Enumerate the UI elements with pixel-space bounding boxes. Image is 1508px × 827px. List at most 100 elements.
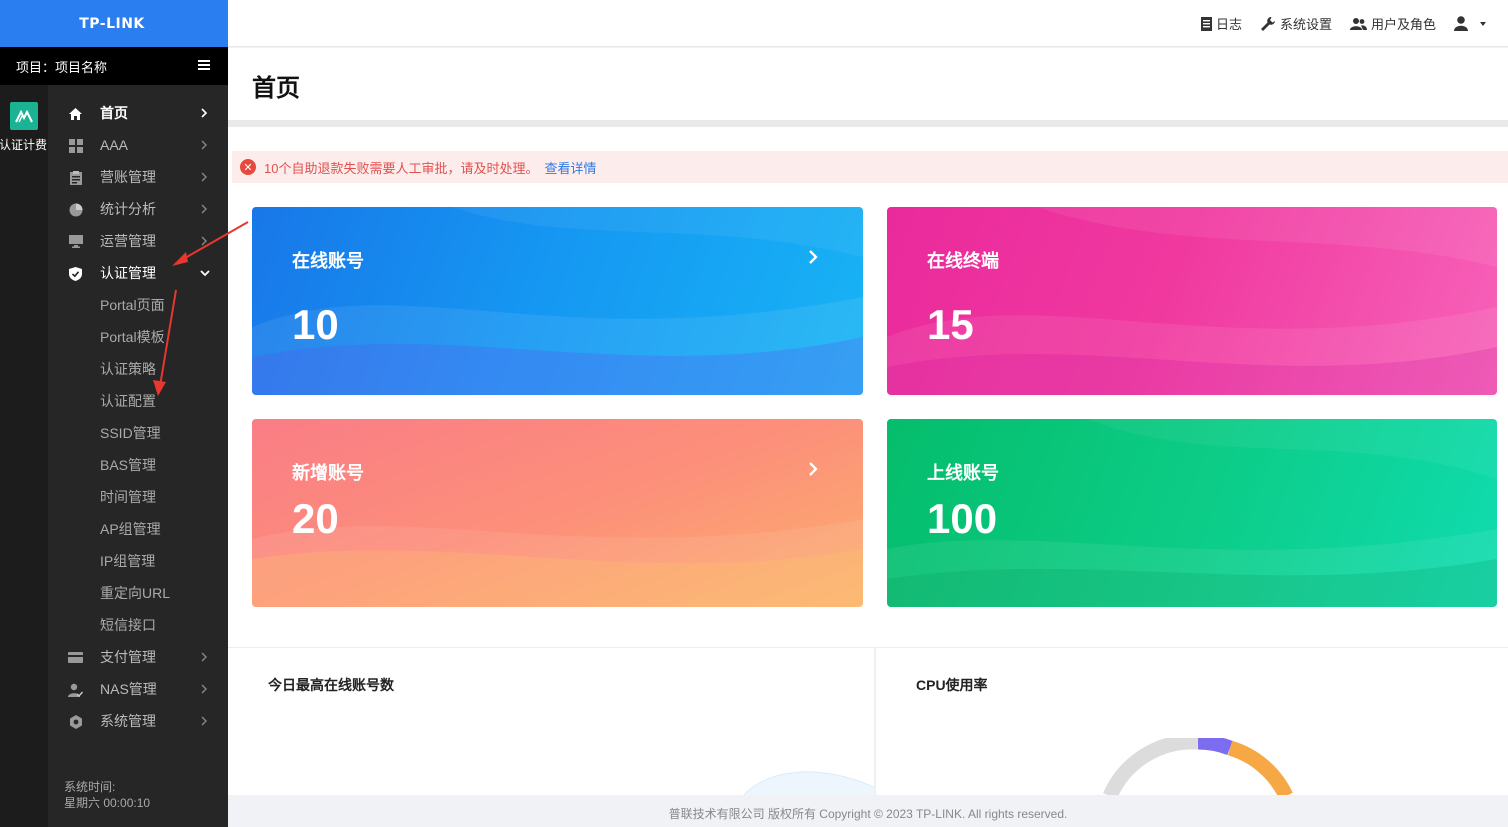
- sidebar-item-home[interactable]: 首页: [48, 97, 228, 129]
- card-title: 在线账号: [292, 251, 364, 271]
- donut-segment-orange: [1227, 740, 1293, 795]
- sidebar-item-label: 统计分析: [100, 201, 156, 217]
- panel-cpu-usage: CPU使用率: [875, 647, 1508, 795]
- chevron-right-icon: [200, 106, 210, 120]
- page-title: 首页: [252, 75, 300, 102]
- sidebar-subitem-portal-page[interactable]: Portal页面: [48, 289, 228, 321]
- pie-icon: [68, 202, 83, 217]
- sidebar-item-label: 营账管理: [100, 169, 156, 185]
- sidebar-item-auth-management[interactable]: 认证管理: [48, 257, 228, 289]
- card-login-accounts[interactable]: 上线账号 100: [887, 419, 1497, 607]
- panel-title: CPU使用率: [916, 677, 988, 693]
- clipboard-icon: [68, 170, 83, 185]
- sidebar-item-label: IP组管理: [100, 553, 156, 569]
- card-online-accounts[interactable]: 在线账号 10: [252, 207, 863, 395]
- sidebar-subitem-portal-template[interactable]: Portal模板: [48, 321, 228, 353]
- sidebar-item-label: 短信接口: [100, 617, 156, 633]
- sidebar-item-label: 支付管理: [100, 649, 156, 665]
- wrench-icon: [1260, 16, 1275, 31]
- sidebar-nav: 首页 AAA 营账管理 统计分析 运营管理 认证管理 Portal页面 Port…: [48, 97, 228, 737]
- chevron-right-icon: [809, 462, 818, 476]
- hamburger-menu-icon[interactable]: [198, 60, 210, 70]
- project-bar: 项目：项目名称: [0, 47, 228, 85]
- chevron-right-icon: [200, 234, 210, 248]
- chevron-right-icon: [200, 650, 210, 664]
- divider: [228, 120, 1508, 127]
- top-actions: 日志 系统设置 用户及角色: [1183, 0, 1494, 47]
- card-value: 20: [292, 495, 339, 542]
- users-icon: [1349, 17, 1367, 30]
- user-icon: [1454, 16, 1468, 31]
- system-time-value: 星期六 00:00:10: [64, 796, 151, 810]
- user-menu[interactable]: [1454, 16, 1494, 31]
- project-label: 项目：项目名称: [16, 59, 108, 75]
- sidebar-subitem-sms[interactable]: 短信接口: [48, 609, 228, 641]
- log-label: 日志: [1215, 17, 1242, 32]
- user-check-icon: [68, 682, 83, 697]
- sidebar-item-label: 运营管理: [100, 233, 156, 249]
- users-roles-button[interactable]: 用户及角色: [1349, 14, 1436, 33]
- system-settings-button[interactable]: 系统设置: [1260, 14, 1332, 33]
- card-wave-decoration: [252, 519, 863, 607]
- brand-logo[interactable]: TP-LINK: [0, 0, 228, 47]
- log-button[interactable]: 日志: [1200, 14, 1242, 33]
- monitor-icon: [68, 234, 83, 249]
- donut-segment-purple: [1197, 738, 1233, 756]
- chevron-right-icon: [200, 138, 210, 152]
- system-settings-label: 系统设置: [1279, 17, 1332, 32]
- gear-icon: [68, 714, 83, 729]
- home-icon: [68, 106, 83, 121]
- caret-down-icon: [1480, 21, 1486, 26]
- sidebar-subitem-ssid[interactable]: SSID管理: [48, 417, 228, 449]
- chart-shape-partial: [743, 771, 874, 795]
- sidebar-subitem-bas[interactable]: BAS管理: [48, 449, 228, 481]
- sidebar-subitem-time[interactable]: 时间管理: [48, 481, 228, 513]
- chevron-right-icon: [200, 714, 210, 728]
- sidebar-item-label: 认证策略: [100, 361, 156, 377]
- sidebar-subitem-ap-group[interactable]: AP组管理: [48, 513, 228, 545]
- sidebar-item-label: Portal页面: [100, 297, 165, 313]
- sidebar-item-aaa[interactable]: AAA: [48, 129, 228, 161]
- sidebar-subitem-auth-policy[interactable]: 认证策略: [48, 353, 228, 385]
- sidebar-subitem-ip-group[interactable]: IP组管理: [48, 545, 228, 577]
- sidebar-item-label: 时间管理: [100, 489, 156, 505]
- app-rail: 认证计费: [0, 85, 48, 827]
- sidebar-item-statistics[interactable]: 统计分析: [48, 193, 228, 225]
- sidebar-item-payment[interactable]: 支付管理: [48, 641, 228, 673]
- card-icon: [68, 650, 83, 665]
- users-roles-label: 用户及角色: [1370, 17, 1436, 32]
- sidebar-item-label: AAA: [100, 137, 129, 153]
- top-bar: 日志 系统设置 用户及角色: [228, 0, 1508, 47]
- sidebar-item-label: AP组管理: [100, 521, 161, 537]
- sidebar: TP-LINK 项目：项目名称 认证计费 首页 AAA 营账管理 统计分析 运营…: [0, 0, 228, 827]
- chevron-down-icon: [200, 266, 210, 280]
- alert-banner: ✕ 10个自助退款失败需要人工审批，请及时处理。 查看详情: [232, 151, 1508, 183]
- sidebar-item-nas[interactable]: NAS管理: [48, 673, 228, 705]
- card-value: 15: [927, 301, 974, 348]
- sidebar-item-label: NAS管理: [100, 681, 157, 697]
- sidebar-item-billing[interactable]: 营账管理: [48, 161, 228, 193]
- sidebar-item-label: 首页: [100, 105, 128, 121]
- chevron-right-icon: [200, 202, 210, 216]
- alert-details-link[interactable]: 查看详情: [544, 158, 596, 177]
- card-title: 上线账号: [927, 463, 999, 483]
- card-new-accounts[interactable]: 新增账号 20: [252, 419, 863, 607]
- system-time: 系统时间: 星期六 00:00:10: [64, 779, 150, 811]
- sidebar-item-operations[interactable]: 运营管理: [48, 225, 228, 257]
- sidebar-item-label: 认证配置: [100, 393, 156, 409]
- card-value: 100: [927, 495, 998, 542]
- card-online-terminals[interactable]: 在线终端 15: [887, 207, 1497, 395]
- alert-message: 10个自助退款失败需要人工审批，请及时处理。: [264, 160, 539, 176]
- copyright-text: 普联技术有限公司 版权所有 Copyright © 2023 TP-LINK. …: [668, 807, 1068, 821]
- sidebar-subitem-redirect-url[interactable]: 重定向URL: [48, 577, 228, 609]
- sidebar-item-label: Portal模板: [100, 329, 165, 345]
- card-title: 在线终端: [927, 251, 999, 271]
- chevron-right-icon: [809, 250, 818, 264]
- shield-icon: [68, 266, 83, 281]
- chevron-right-icon: [200, 682, 210, 696]
- sidebar-item-label: 系统管理: [100, 713, 156, 729]
- sidebar-subitem-auth-config[interactable]: 认证配置: [48, 385, 228, 417]
- app-auth-billing[interactable]: 认证计费: [0, 102, 48, 153]
- error-icon: ✕: [240, 159, 256, 175]
- sidebar-item-system[interactable]: 系统管理: [48, 705, 228, 737]
